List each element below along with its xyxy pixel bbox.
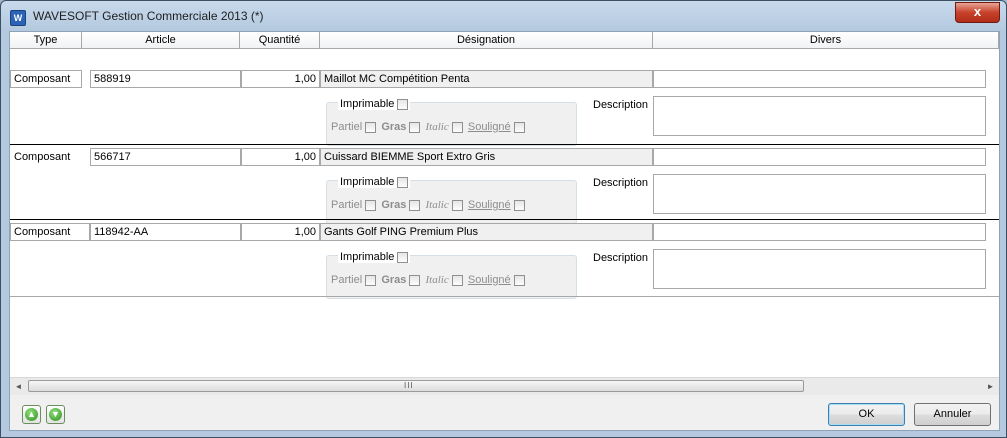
divers-field[interactable] [653, 70, 986, 88]
souligne-checkbox[interactable] [513, 121, 525, 133]
column-header-designation[interactable]: Désignation [320, 32, 653, 49]
italic-label: Italic [425, 274, 449, 286]
close-button[interactable]: x [955, 2, 1000, 23]
quantite-field[interactable]: 1,00 [241, 148, 320, 166]
imprimable-option: Imprimable [338, 251, 411, 263]
description-label: Description [593, 99, 649, 111]
grip-icon: III [404, 381, 414, 390]
type-cell[interactable]: Composant [10, 148, 90, 166]
row-separator [10, 219, 999, 220]
imprimable-checkbox[interactable] [397, 176, 409, 188]
designation-field[interactable]: Cuissard BIEMME Sport Extro Gris [320, 148, 653, 166]
app-icon: W [10, 10, 26, 26]
description-field[interactable] [653, 249, 986, 289]
designation-field[interactable]: Gants Golf PING Premium Plus [320, 223, 653, 241]
italic-label: Italic [425, 121, 449, 133]
row-separator [10, 296, 999, 297]
description-label: Description [593, 177, 649, 189]
move-down-button[interactable]: ▼ [46, 405, 65, 424]
imprimable-label: Imprimable [340, 98, 395, 110]
cancel-button[interactable]: Annuler [914, 403, 991, 426]
imprimable-option: Imprimable [338, 98, 411, 110]
souligne-label: Souligné [467, 199, 511, 211]
partiel-checkbox[interactable] [365, 199, 377, 211]
gras-checkbox[interactable] [409, 274, 421, 286]
down-arrow-icon: ▼ [49, 408, 62, 421]
quantite-field[interactable]: 1,00 [241, 70, 320, 88]
partiel-checkbox[interactable] [365, 274, 377, 286]
client-area: Type Article Quantité Désignation Divers… [9, 31, 1000, 431]
column-header-divers[interactable]: Divers [653, 32, 999, 49]
partiel-label: Partiel [331, 121, 363, 133]
imprimable-option: Imprimable [338, 176, 411, 188]
window-title: WAVESOFT Gestion Commerciale 2013 (*) [33, 9, 264, 23]
window: W WAVESOFT Gestion Commerciale 2013 (*) … [0, 0, 1007, 438]
quantite-field[interactable]: 1,00 [241, 223, 320, 241]
imprimable-checkbox[interactable] [397, 98, 409, 110]
divers-field[interactable] [653, 148, 986, 166]
imprimable-checkbox[interactable] [397, 251, 409, 263]
components-grid: Type Article Quantité Désignation Divers… [10, 32, 999, 377]
description-label: Description [593, 252, 649, 264]
move-up-button[interactable]: ▲ [22, 405, 41, 424]
gras-label: Gras [381, 199, 407, 211]
italic-checkbox[interactable] [451, 121, 463, 133]
article-field[interactable]: 566717 [90, 148, 241, 166]
divers-field[interactable] [653, 223, 986, 241]
scroll-right-icon[interactable]: ► [982, 378, 999, 395]
italic-checkbox[interactable] [451, 199, 463, 211]
souligne-label: Souligné [467, 274, 511, 286]
article-field[interactable]: 118942-AA [90, 223, 241, 241]
italic-checkbox[interactable] [451, 274, 463, 286]
souligne-checkbox[interactable] [513, 199, 525, 211]
style-options: Partiel Gras Italic Souligné [331, 199, 525, 211]
type-cell[interactable]: Composant [10, 70, 82, 88]
partiel-label: Partiel [331, 199, 363, 211]
designation-field[interactable]: Maillot MC Compétition Penta [320, 70, 653, 88]
title-bar: W WAVESOFT Gestion Commerciale 2013 (*) … [1, 1, 1006, 31]
column-header-quantite[interactable]: Quantité [240, 32, 320, 49]
ok-button[interactable]: OK [828, 403, 905, 426]
scrollbar-thumb[interactable]: III [28, 380, 804, 392]
partiel-label: Partiel [331, 274, 363, 286]
description-field[interactable] [653, 174, 986, 214]
italic-label: Italic [425, 199, 449, 211]
type-cell[interactable]: Composant [10, 223, 90, 241]
up-arrow-icon: ▲ [25, 408, 38, 421]
description-field[interactable] [653, 96, 986, 136]
imprimable-label: Imprimable [340, 251, 395, 263]
horizontal-scrollbar[interactable]: ◄ III ► [10, 377, 999, 395]
partiel-checkbox[interactable] [365, 121, 377, 133]
article-field[interactable]: 588919 [90, 70, 241, 88]
gras-checkbox[interactable] [409, 199, 421, 211]
style-options: Partiel Gras Italic Souligné [331, 274, 525, 286]
imprimable-label: Imprimable [340, 176, 395, 188]
row-separator [10, 144, 999, 145]
gras-label: Gras [381, 121, 407, 133]
column-header-type[interactable]: Type [10, 32, 82, 49]
column-header-article[interactable]: Article [82, 32, 240, 49]
souligne-checkbox[interactable] [513, 274, 525, 286]
scroll-left-icon[interactable]: ◄ [10, 378, 27, 395]
gras-label: Gras [381, 274, 407, 286]
gras-checkbox[interactable] [409, 121, 421, 133]
style-options: Partiel Gras Italic Souligné [331, 121, 525, 133]
souligne-label: Souligné [467, 121, 511, 133]
